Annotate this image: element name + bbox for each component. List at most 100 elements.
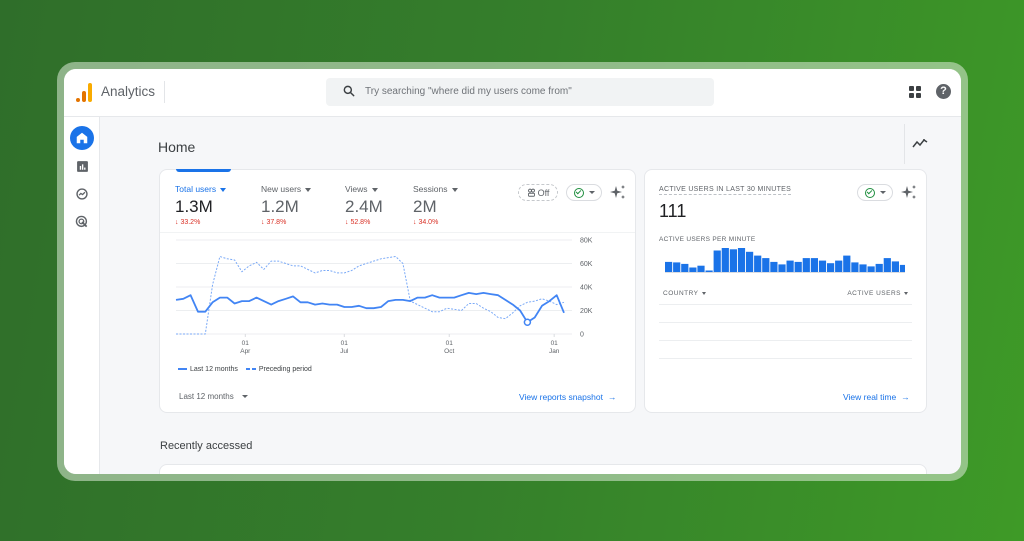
- compare-icon: [527, 188, 535, 197]
- analytics-logo-icon[interactable]: [76, 82, 94, 102]
- legend-label: Last 12 months: [190, 366, 238, 373]
- metric-value: 1.2M: [261, 197, 299, 216]
- recently-accessed-card: [159, 464, 927, 474]
- per-minute-bar[interactable]: [883, 258, 891, 272]
- metric-change: 37.8%: [266, 219, 287, 226]
- table-row-divider: [659, 322, 912, 323]
- sidenav-item-explore[interactable]: [70, 182, 94, 206]
- metric-label: Sessions: [413, 184, 448, 194]
- per-minute-bar[interactable]: [802, 258, 810, 272]
- arrow-right-icon: →: [901, 392, 910, 402]
- per-minute-bar[interactable]: [851, 262, 859, 272]
- dashed-line-swatch: [245, 368, 256, 371]
- page-title: Home: [158, 139, 196, 155]
- realtime-card: ACTIVE USERS IN LAST 30 MINUTES 111 ACTI…: [644, 169, 927, 413]
- x-tick-day: 01: [242, 340, 250, 347]
- sidenav-item-advertising[interactable]: [70, 210, 94, 234]
- per-minute-bar[interactable]: [705, 270, 713, 273]
- metric-tab-total-users[interactable]: Total users 1.3M ↓ 33.2%: [175, 184, 227, 226]
- per-minute-bar[interactable]: [810, 258, 818, 272]
- comparison-chip-label: Off: [537, 187, 550, 198]
- per-minute-bar[interactable]: [867, 266, 875, 272]
- highlighted-data-point[interactable]: [523, 318, 532, 326]
- sidenav-item-home[interactable]: [70, 126, 94, 150]
- x-tick-month: Oct: [444, 348, 454, 355]
- per-minute-bar[interactable]: [762, 258, 770, 272]
- chevron-down-icon: [879, 191, 886, 194]
- per-minute-bar[interactable]: [891, 261, 899, 272]
- search-input[interactable]: Try searching "where did my users come f…: [326, 78, 714, 106]
- apps-grid-icon[interactable]: [909, 86, 921, 98]
- y-tick-label: 80K: [580, 238, 593, 245]
- per-minute-bar[interactable]: [818, 260, 827, 272]
- recently-accessed-heading: Recently accessed: [160, 440, 253, 452]
- metric-value: 1.3M: [175, 197, 213, 216]
- metric-tab-new-users[interactable]: New users 1.2M ↓ 37.8%: [261, 184, 312, 226]
- per-minute-bar[interactable]: [843, 255, 851, 272]
- per-minute-bar[interactable]: [721, 248, 729, 272]
- per-minute-bar[interactable]: [827, 263, 835, 272]
- series-line-preceding-period[interactable]: [176, 256, 565, 335]
- metric-label: New users: [261, 184, 302, 194]
- per-minute-bar[interactable]: [746, 251, 754, 272]
- metric-tab-views[interactable]: Views 2.4M ↓ 52.8%: [345, 184, 383, 226]
- active-users-value: 111: [659, 201, 687, 221]
- x-tick-month: Jul: [340, 348, 349, 355]
- data-quality-chip[interactable]: [857, 184, 893, 201]
- per-minute-bar[interactable]: [835, 260, 843, 272]
- per-minute-label: ACTIVE USERS PER MINUTE: [659, 236, 756, 243]
- per-minute-bar[interactable]: [794, 261, 802, 272]
- title-divider: [164, 81, 165, 103]
- sparkle-icon[interactable]: [610, 184, 626, 200]
- per-minute-bar[interactable]: [770, 261, 778, 272]
- view-reports-snapshot-link[interactable]: View reports snapshot →: [519, 392, 616, 402]
- per-minute-bar[interactable]: [713, 250, 721, 273]
- y-tick-label: 40K: [580, 285, 593, 292]
- insights-icon[interactable]: [912, 137, 928, 149]
- per-minute-bar[interactable]: [697, 265, 705, 272]
- chevron-down-icon: [701, 291, 706, 295]
- comparison-toggle-chip[interactable]: Off: [518, 184, 558, 201]
- search-placeholder: Try searching "where did my users come f…: [365, 86, 572, 97]
- series-line-last-12-months[interactable]: [175, 292, 565, 324]
- per-minute-bar[interactable]: [689, 267, 697, 273]
- y-tick-label: 0: [580, 332, 584, 339]
- table-row-divider: [659, 340, 912, 341]
- per-minute-bar[interactable]: [729, 249, 737, 272]
- column-header-active-users[interactable]: ACTIVE USERS: [847, 290, 908, 297]
- per-minute-bar[interactable]: [681, 263, 689, 272]
- link-label: View reports snapshot: [519, 392, 603, 402]
- x-tick-day: 01: [551, 340, 559, 347]
- per-minute-bar[interactable]: [673, 262, 681, 272]
- per-minute-bar[interactable]: [665, 261, 673, 272]
- sparkle-icon[interactable]: [901, 184, 917, 200]
- metric-tab-sessions[interactable]: Sessions 2M ↓ 34.0%: [413, 184, 458, 226]
- per-minute-bar[interactable]: [786, 260, 794, 272]
- chevron-down-icon: [371, 187, 378, 192]
- per-minute-bar[interactable]: [899, 264, 905, 272]
- x-tick-month: Jan: [549, 348, 560, 355]
- data-quality-chip[interactable]: [566, 184, 602, 201]
- check-circle-icon: [573, 187, 584, 198]
- per-minute-bar[interactable]: [875, 263, 883, 272]
- column-header-country[interactable]: COUNTRY: [663, 290, 706, 297]
- per-minute-bar[interactable]: [859, 264, 867, 272]
- date-range-select[interactable]: Last 12 months: [179, 392, 248, 401]
- bar-chart-icon: [76, 160, 88, 172]
- per-minute-bar[interactable]: [737, 248, 746, 272]
- users-line-chart[interactable]: 80K60K40K20K0 01Apr01Jul01Oct01Jan: [170, 234, 610, 364]
- legend-label: Preceding period: [258, 366, 312, 373]
- per-minute-bar[interactable]: [754, 255, 762, 272]
- per-minute-bar[interactable]: [778, 264, 786, 272]
- explore-icon: [76, 188, 88, 200]
- sidenav-item-reports[interactable]: [70, 154, 94, 178]
- view-real-time-link[interactable]: View real time →: [843, 392, 910, 402]
- per-minute-bar-chart[interactable]: [665, 246, 905, 276]
- realtime-title[interactable]: ACTIVE USERS IN LAST 30 MINUTES: [659, 186, 792, 195]
- chevron-down-icon: [588, 191, 595, 194]
- metric-label: Views: [345, 184, 368, 194]
- metric-change: 52.8%: [350, 219, 371, 226]
- x-tick-month: Apr: [240, 348, 251, 355]
- help-icon[interactable]: ?: [936, 84, 951, 99]
- chevron-down-icon: [451, 187, 458, 192]
